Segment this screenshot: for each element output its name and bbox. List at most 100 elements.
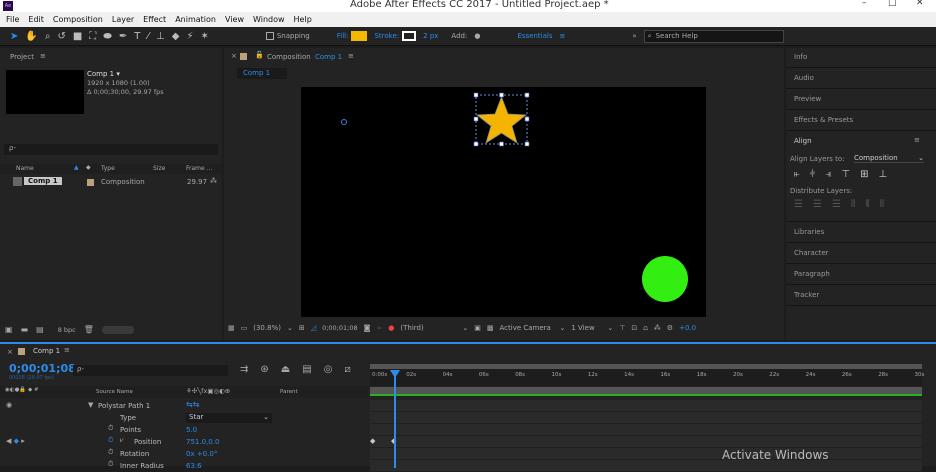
distribute-top-icon[interactable]: ☰ [794,199,803,210]
align-menu-icon[interactable]: ≡ [914,136,920,144]
col-size[interactable]: Size [153,165,165,172]
workspace-overflow-icon[interactable]: » [632,32,636,40]
pen-tool-icon[interactable]: ✒ [119,31,127,42]
show-snapshot-icon[interactable]: ∞ [376,324,382,332]
selection-tool-icon[interactable]: ➤ [10,31,18,42]
distribute-right-icon[interactable]: ⦀ [880,199,884,210]
maximize-button[interactable]: □ [888,0,897,8]
thumbnail-slider[interactable] [101,325,134,334]
exposure-icon[interactable]: ⚙ [667,324,673,332]
stroke-color-swatch[interactable] [402,31,417,41]
comp-tab-title[interactable]: Composition [267,53,311,61]
distribute-bottom-icon[interactable]: ☰ [832,199,841,210]
exposure-value[interactable]: +0.0 [679,324,696,332]
panel-libraries[interactable]: Libraries [794,228,824,236]
panel-audio[interactable]: Audio [794,74,814,82]
timeline-menu-icon[interactable]: ≡ [64,346,70,354]
color-channel-icon[interactable]: ● [388,324,394,332]
stopwatch-icon[interactable]: ⏱ [108,448,113,457]
panel-tracker[interactable]: Tracker [794,291,819,299]
ellipse-tool-icon[interactable]: ⬬ [103,31,112,42]
col-type[interactable]: Type [101,165,115,172]
hand-tool-icon[interactable]: ✋ [25,31,37,42]
views-dropdown[interactable]: 1 View [571,324,601,332]
workspace-menu-icon[interactable]: ≡ [559,32,565,40]
align-to-dropdown[interactable]: Composition ⌄ [854,154,924,163]
timeline-row[interactable]: ◉ ▼ Polystar Path 1 ⇆⇆ [0,400,368,412]
menu-effect[interactable]: Effect [143,15,166,24]
comp-mini-flowchart-icon[interactable]: ⇉ [240,364,248,375]
anchor-point[interactable] [341,119,347,125]
property-value[interactable]: 63.6 [186,462,202,470]
menu-layer[interactable]: Layer [112,15,134,24]
draft-3d-icon[interactable]: ⊛ [260,364,268,375]
menu-composition[interactable]: Composition [53,15,103,24]
timeline-search-input[interactable]: ρ- [73,365,228,376]
time-ruler[interactable]: 0:00s 02s 04s 06s 08s 10s 12s 14s 16s 18s 20s 22s 24… [370,364,924,396]
clone-stamp-tool-icon[interactable]: ⊥ [156,31,165,42]
close-tab-icon[interactable]: × [231,52,237,60]
timeline-row[interactable]: ⏱ Rotation 0x +0.0° [0,448,368,460]
visibility-eye-icon[interactable]: ◉ [6,401,12,409]
eraser-tool-icon[interactable]: ◆ [172,31,180,42]
new-comp-icon[interactable]: ▤ [36,325,44,334]
bpc-label[interactable]: 8 bpc [58,326,76,334]
roto-brush-tool-icon[interactable]: ⚡ [186,31,193,42]
panel-character[interactable]: Character [794,249,829,257]
snapshot-icon[interactable]: ◙ [364,324,371,332]
menu-animation[interactable]: Animation [175,15,216,24]
timeline-track[interactable] [370,400,922,412]
panel-preview[interactable]: Preview [794,95,821,103]
menu-edit[interactable]: Edit [28,15,44,24]
search-help-field[interactable]: ⌕ Search Help [643,29,784,43]
timeline-track[interactable]: ◆◆ [370,436,922,448]
work-area-bar[interactable] [370,364,922,369]
timeline-icon[interactable]: ⩍ [643,324,648,333]
menu-file[interactable]: File [6,15,19,24]
snapping-checkbox[interactable]: Snapping [265,32,310,40]
project-panel-title[interactable]: Project [10,53,34,61]
align-left-icon[interactable]: ⫦ [794,169,800,180]
workspace-essentials[interactable]: Essentials [517,32,552,40]
timeline-track[interactable] [370,448,922,460]
col-name[interactable]: Name [16,165,34,172]
fast-preview-icon[interactable]: ⊡ [631,324,637,332]
menu-window[interactable]: Window [253,15,285,24]
timeline-track[interactable] [370,412,922,424]
playhead[interactable] [394,370,396,468]
camera-tool-icon[interactable]: ■ [73,31,82,42]
stopwatch-icon[interactable]: ⏱ [108,460,113,469]
align-hcenter-icon[interactable]: ⫩ [810,169,816,180]
rotate-tool-icon[interactable]: ↺ [57,31,65,42]
transparency-grid-icon[interactable]: ▩ [487,324,494,332]
shy-layers-icon[interactable]: ⏏ [281,364,290,375]
timeline-row[interactable]: Type Star ⌄ [0,412,368,424]
close-timeline-icon[interactable]: × [7,348,13,356]
mask-visibility-icon[interactable]: ◿ [311,324,316,332]
comp-name[interactable]: Comp 1 ▾ [87,70,120,78]
brush-tool-icon[interactable]: ⁄ [147,31,149,42]
add-button[interactable]: ● [474,32,480,40]
interpret-footage-icon[interactable]: ▣ [5,325,13,334]
stopwatch-icon[interactable]: ⏱ [108,424,113,433]
circle-shape[interactable] [642,256,688,302]
col-frame-rate[interactable]: Frame ... [186,165,212,172]
distribute-vcenter-icon[interactable]: ☰ [813,199,822,210]
graph-editor-icon[interactable]: ⧄ [344,364,350,375]
keyframe-icon[interactable]: ◆ [370,437,375,445]
distribute-hcenter-icon[interactable]: ⦀ [865,199,869,210]
panel-align[interactable]: Align [794,137,812,145]
distribute-left-icon[interactable]: ⦀ [851,199,855,210]
menu-view[interactable]: View [225,15,244,24]
frame-blending-icon[interactable]: ▤ [302,364,311,375]
timeline-row[interactable]: ⏱ Inner Radius 63.6 [0,460,368,472]
comp-subtab[interactable]: Comp 1 [237,68,287,79]
panel-paragraph[interactable]: Paragraph [794,270,830,278]
property-value[interactable]: 751.0,0.0 [186,438,219,446]
view-mode-dropdown[interactable]: (Third) [400,324,456,332]
region-of-interest-icon[interactable]: ▣ [474,324,481,332]
align-right-icon[interactable]: ⫣ [825,169,831,180]
flowchart-icon[interactable]: ⁂ [654,324,661,332]
property-value[interactable]: 0x +0.0° [186,450,217,458]
star-shape[interactable] [475,95,528,144]
